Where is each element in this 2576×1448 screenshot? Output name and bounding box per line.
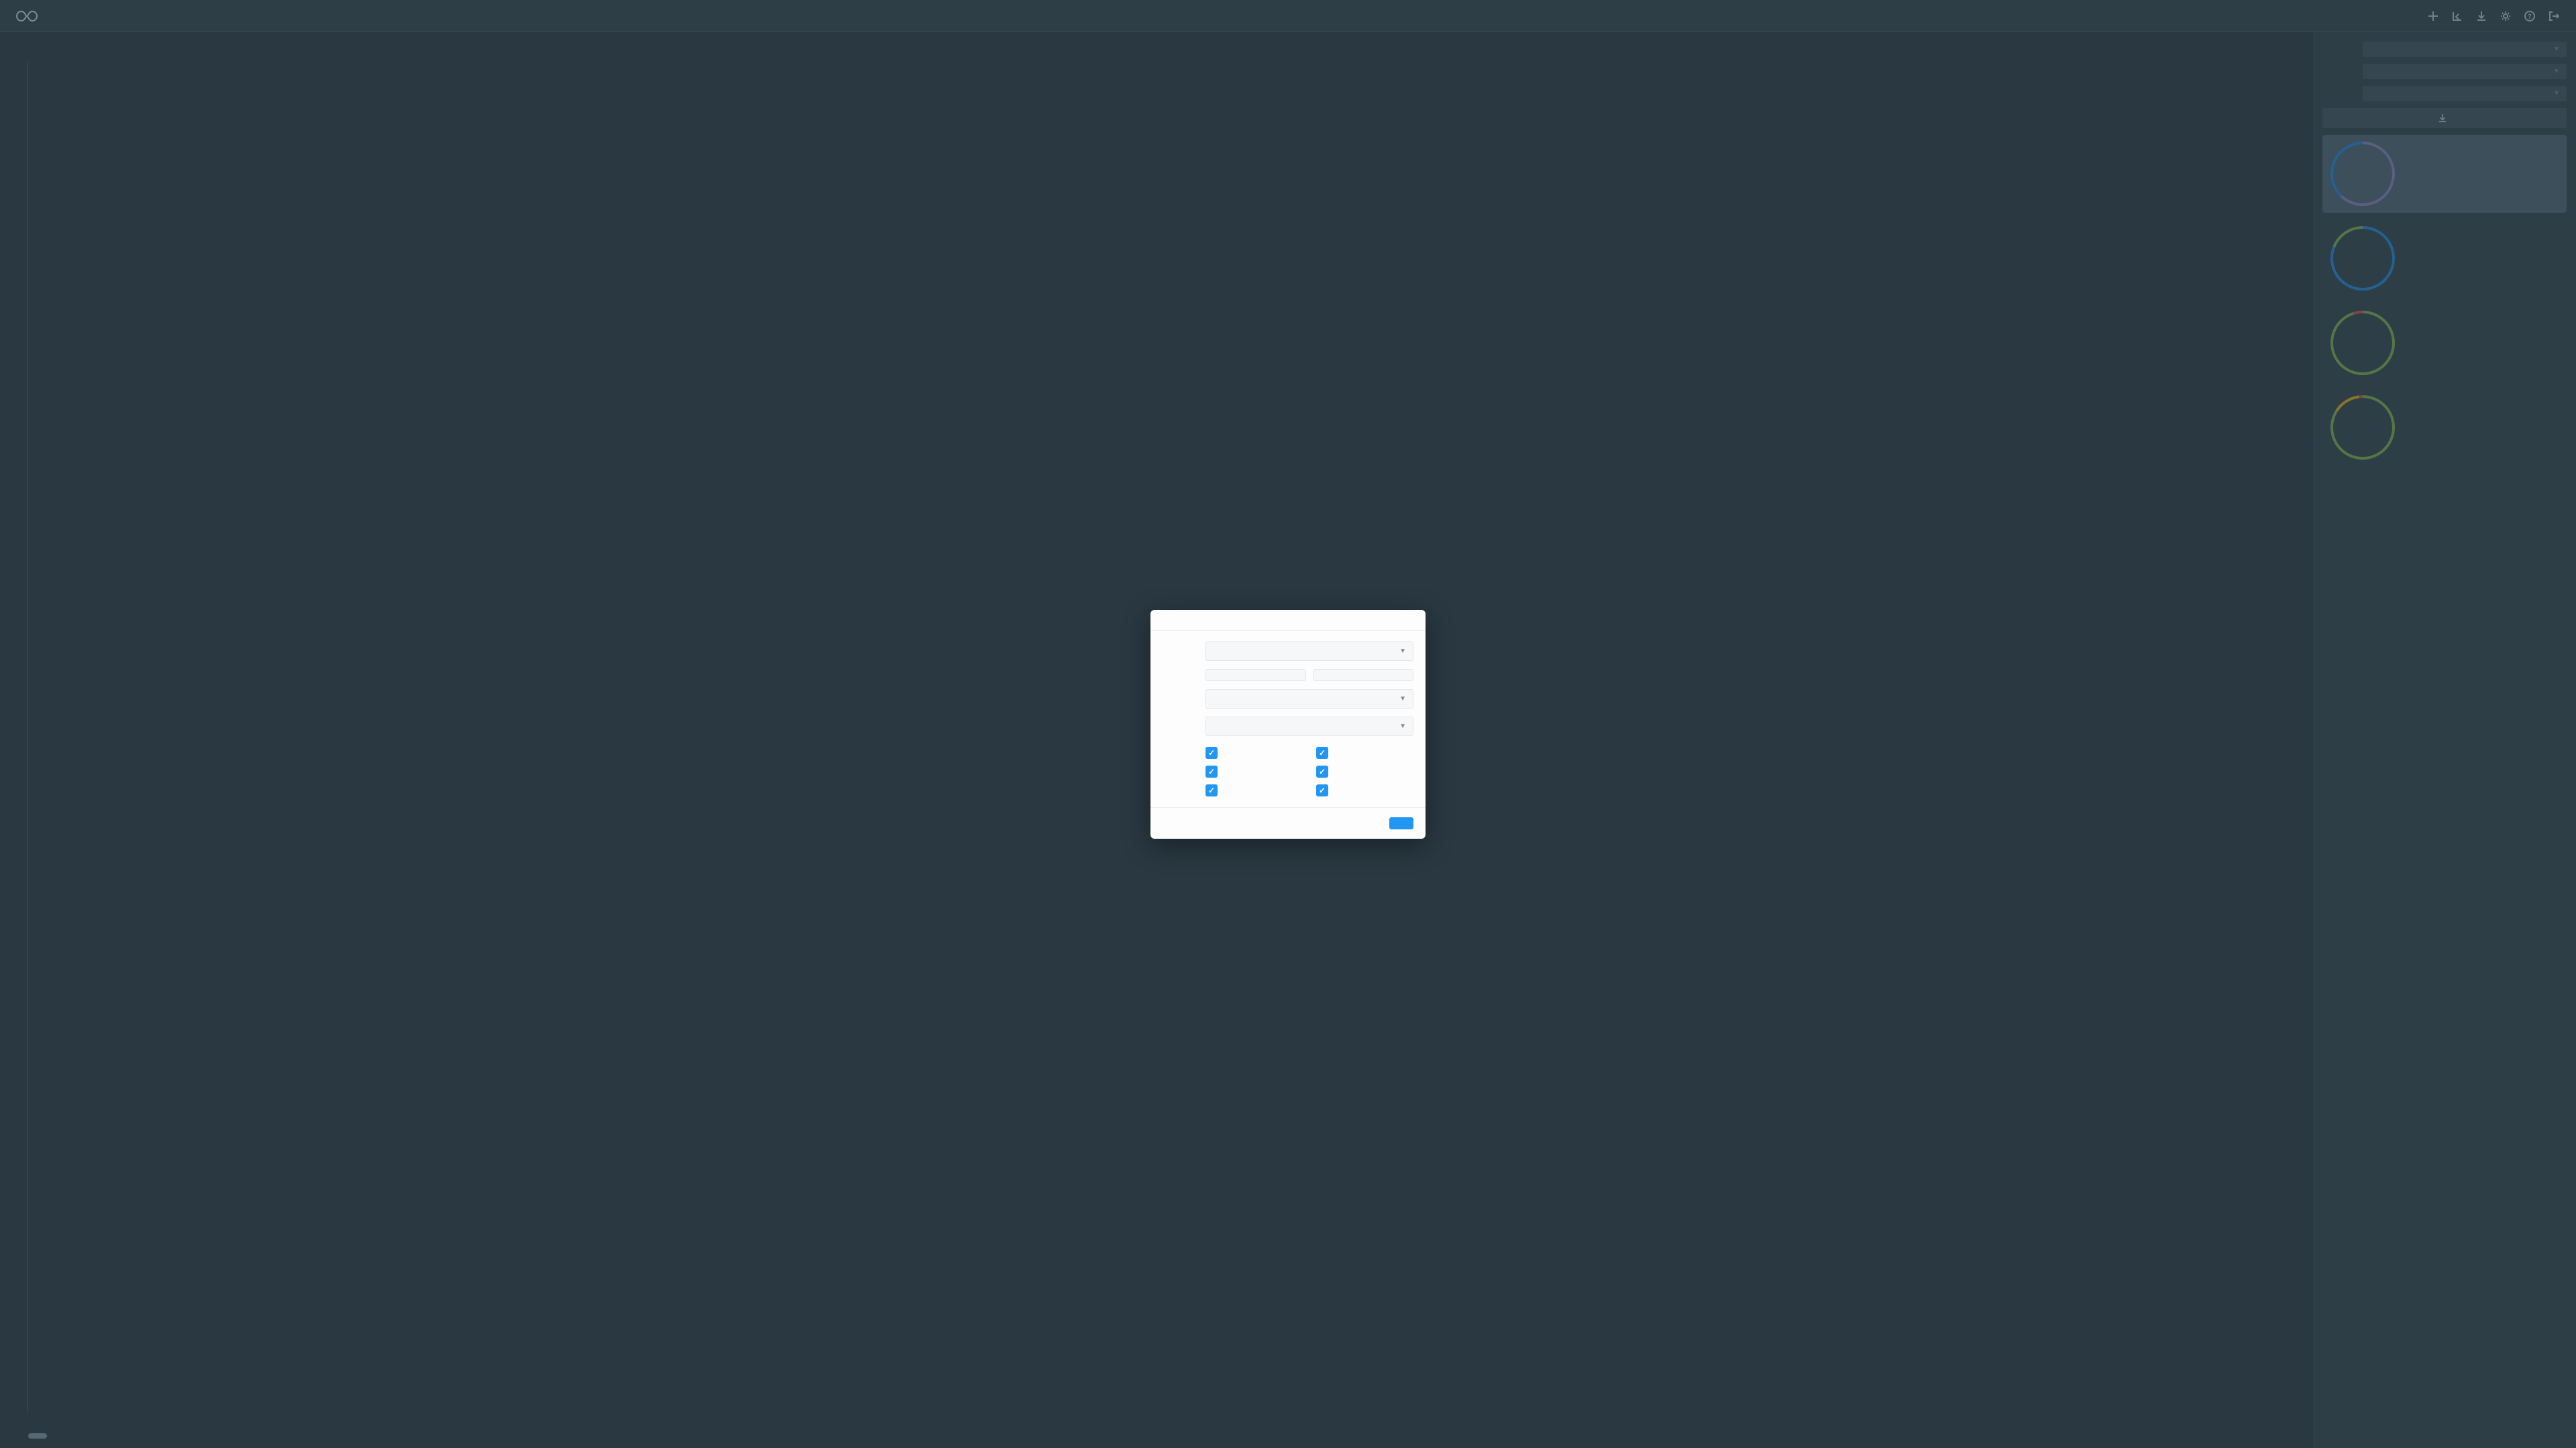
checkbox-dow[interactable] [1316,766,1328,778]
modal-period-select[interactable]: ▼ [1205,641,1413,661]
modal-date-from[interactable] [1205,669,1306,681]
checkbox-date[interactable] [1205,747,1218,759]
checkbox-hod[interactable] [1205,784,1218,796]
modal-driver-select[interactable]: ▼ [1205,717,1413,736]
export-csv-button[interactable] [1389,817,1413,829]
export-modal: ▼ ▼ ▼ [1150,610,1426,839]
checkbox-driver[interactable] [1316,784,1328,796]
checkbox-week[interactable] [1316,747,1328,759]
modal-overlay[interactable]: ▼ ▼ ▼ [0,0,2576,1448]
modal-team-select[interactable]: ▼ [1205,689,1413,709]
modal-date-to[interactable] [1313,669,1413,681]
checkbox-month[interactable] [1205,766,1218,778]
